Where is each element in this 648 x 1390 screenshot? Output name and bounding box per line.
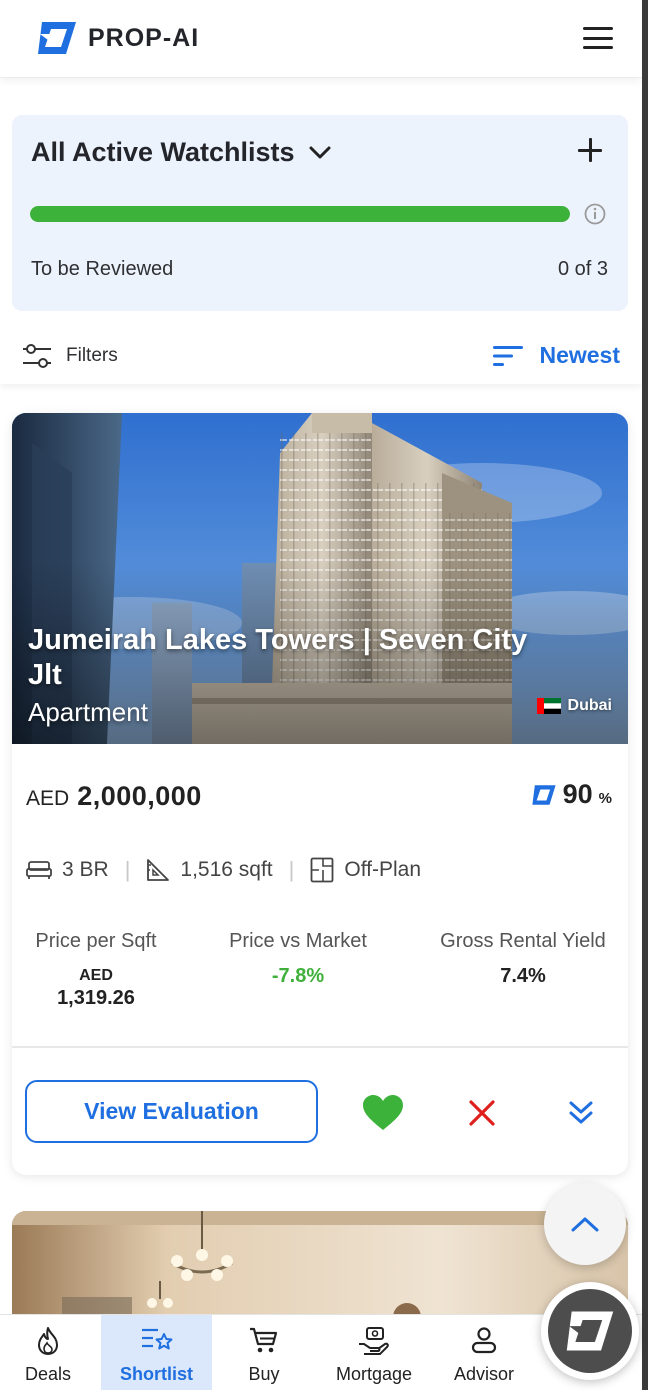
price-currency: AED — [26, 787, 70, 810]
property-type: Apartment — [28, 697, 148, 727]
person-icon — [471, 1327, 497, 1354]
card-divider — [12, 1046, 628, 1048]
prop-ai-logo-icon — [38, 22, 76, 54]
bed-icon — [26, 861, 52, 879]
set-square-area-icon — [147, 859, 170, 881]
property-specs: 3 BR | 1,516 sqft | Off-Plan — [26, 857, 421, 883]
dismiss-button[interactable] — [460, 1091, 504, 1135]
scroll-to-top-button[interactable] — [544, 1183, 626, 1265]
prop-ai-score-icon — [531, 784, 556, 805]
review-label: To be Reviewed — [31, 258, 174, 280]
score-value: 90 — [562, 779, 593, 809]
metric-value: -7.8% — [271, 965, 325, 987]
next-property-photo[interactable] — [12, 1211, 628, 1321]
property-photo[interactable]: Jumeirah Lakes Towers | Seven City Jlt A… — [12, 413, 628, 744]
price-block: AED 2,000,000 — [26, 781, 202, 812]
metric-label: Gross Rental Yield — [440, 930, 606, 952]
watchlist-dropdown[interactable]: All Active Watchlists — [31, 137, 331, 168]
close-icon — [469, 1100, 495, 1126]
view-evaluation-button[interactable]: View Evaluation — [25, 1080, 318, 1143]
interior-photo-image — [12, 1211, 628, 1321]
double-chevron-down-icon — [569, 1101, 593, 1124]
ai-score: 90 % — [531, 779, 612, 810]
property-listing-card[interactable]: Jumeirah Lakes Towers | Seven City Jlt A… — [12, 413, 628, 1175]
price-vs-market-metric: Price vs Market -7.8% — [218, 930, 378, 988]
nav-label: Deals — [24, 1364, 72, 1384]
brand-logo[interactable]: PROP-AI — [36, 20, 199, 56]
cart-icon — [250, 1327, 278, 1353]
window-edge — [642, 0, 648, 1390]
nav-label: Shortlist — [119, 1364, 193, 1384]
metric-value: 1,319.26 — [57, 987, 135, 1009]
tower-photo-image — [12, 413, 628, 744]
flame-icon — [38, 1327, 58, 1355]
watchlist-title: All Active Watchlists — [31, 137, 295, 167]
nav-item-shortlist[interactable]: Shortlist — [101, 1315, 212, 1390]
filters-button[interactable]: Filters — [22, 344, 118, 368]
city-name: Dubai — [567, 697, 612, 714]
sort-button[interactable]: Newest — [493, 342, 620, 369]
sort-label: Newest — [539, 342, 620, 368]
filter-sort-bar: Filters Newest — [0, 320, 642, 384]
nav-item-mortgage[interactable]: Mortgage — [324, 1315, 424, 1390]
review-progress-fill — [30, 206, 570, 222]
nav-item-deals[interactable]: Deals — [0, 1315, 98, 1390]
shortlist-star-icon — [141, 1328, 172, 1350]
info-icon[interactable] — [584, 203, 606, 225]
spec-divider: | — [288, 857, 295, 882]
metric-label: Price per Sqft — [35, 930, 157, 952]
price-per-sqft-metric: Price per Sqft AED 1,319.26 — [26, 930, 166, 1010]
city-badge: Dubai — [536, 697, 612, 715]
metric-currency: AED — [79, 967, 113, 984]
score-unit: % — [598, 790, 612, 807]
prop-ai-logo-icon — [566, 1311, 614, 1351]
expand-details-button[interactable] — [559, 1091, 603, 1135]
sliders-icon — [23, 344, 51, 368]
nav-item-buy[interactable]: Buy — [214, 1315, 314, 1390]
brand-name: PROP-AI — [88, 23, 200, 52]
review-progress-bar — [30, 206, 570, 222]
nav-label: Mortgage — [335, 1364, 413, 1384]
gross-rental-yield-metric: Gross Rental Yield 7.4% — [428, 930, 618, 988]
metric-label: Price vs Market — [229, 930, 367, 952]
bedrooms-value: 3 BR — [62, 858, 109, 881]
uae-flag-icon — [536, 698, 561, 714]
heart-icon — [363, 1095, 403, 1130]
status-spec: Off-Plan — [310, 857, 421, 883]
price-value: 2,000,000 — [77, 781, 202, 811]
ai-assistant-button[interactable] — [541, 1282, 639, 1380]
review-count: 0 of 3 — [557, 258, 608, 280]
area-value: 1,516 sqft — [180, 858, 273, 881]
chevron-down-icon — [309, 146, 331, 158]
nav-item-advisor[interactable]: Advisor — [434, 1315, 534, 1390]
metric-value: 7.4% — [500, 965, 546, 987]
filters-label: Filters — [66, 345, 118, 366]
nav-label: Advisor — [453, 1364, 515, 1384]
property-title: Jumeirah Lakes Towers | Seven City Jlt — [28, 624, 528, 691]
add-watchlist-button[interactable] — [578, 138, 602, 162]
hamburger-menu-icon[interactable] — [582, 24, 614, 52]
sort-lines-icon — [493, 345, 524, 366]
fab-inner — [548, 1289, 632, 1373]
status-value: Off-Plan — [344, 858, 422, 881]
spec-divider: | — [124, 857, 131, 882]
mortgage-hand-icon — [359, 1327, 389, 1355]
favorite-button[interactable] — [361, 1091, 405, 1135]
chevron-up-icon — [571, 1217, 599, 1232]
watchlist-summary-card: All Active Watchlists To be Reviewed 0 o… — [12, 115, 628, 311]
app-header: PROP-AI — [0, 0, 642, 78]
area-spec: 1,516 sqft — [146, 858, 273, 882]
floor-plan-icon — [310, 857, 334, 883]
bedrooms-spec: 3 BR — [26, 858, 109, 882]
nav-label: Buy — [248, 1364, 280, 1384]
